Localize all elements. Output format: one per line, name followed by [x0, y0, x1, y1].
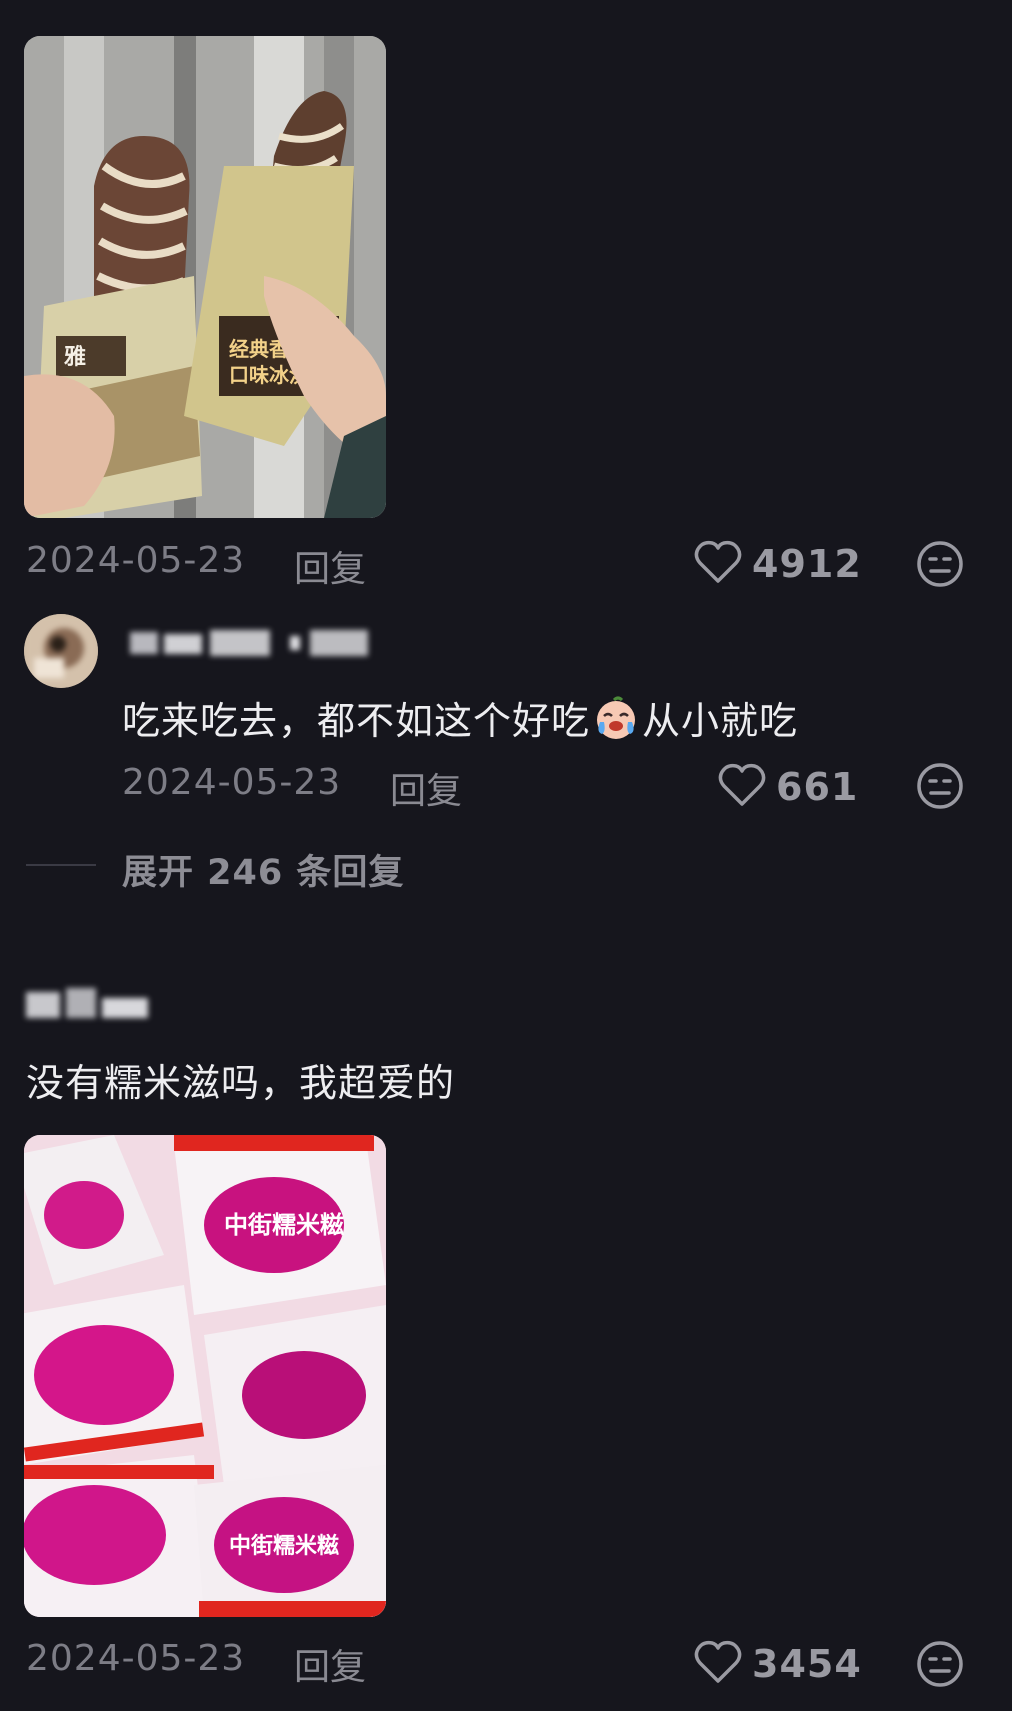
avatar[interactable] — [24, 614, 98, 688]
meh-face-icon[interactable] — [916, 540, 964, 588]
reply-button[interactable]: 回复 — [390, 762, 462, 814]
divider — [26, 864, 96, 866]
username-redacted[interactable] — [130, 628, 368, 658]
meh-face-icon[interactable] — [916, 1640, 964, 1688]
reply-comment: 吃来吃去，都不如这个好吃 从小就吃 — [122, 690, 798, 745]
username-redacted[interactable] — [26, 986, 148, 1020]
post-comment-text: 没有糯米滋吗，我超爱的 — [26, 1061, 456, 1105]
expand-replies-button[interactable]: 展开 246 条回复 — [122, 844, 404, 895]
post-date: 2024-05-23 — [26, 540, 246, 581]
reply-button[interactable]: 回复 — [294, 1638, 366, 1690]
post-image-rice-ice-cream[interactable]: 中街糯米糍 中街糯米糍 — [24, 1135, 386, 1617]
reply-comment-text: 吃来吃去，都不如这个好吃 — [122, 699, 591, 743]
reply-button[interactable]: 回复 — [294, 540, 366, 592]
svg-text:雅: 雅 — [64, 344, 86, 370]
reply-date: 2024-05-23 — [122, 762, 342, 803]
like-count: 4912 — [752, 542, 862, 586]
svg-text:中街糯米糍: 中街糯米糍 — [224, 1211, 344, 1239]
reply-comment-text-end: 从小就吃 — [642, 699, 799, 743]
post-date: 2024-05-23 — [26, 1638, 246, 1679]
post-image-icecream-bars[interactable]: 雅 经典香草 口味冰淇淋 — [24, 36, 386, 518]
rice-ice-cream-packs-illustration: 中街糯米糍 中街糯米糍 — [24, 1135, 386, 1617]
svg-text:中街糯米糍: 中街糯米糍 — [229, 1533, 339, 1559]
crying-face-emoji — [592, 694, 640, 742]
ice-cream-bars-illustration: 雅 经典香草 口味冰淇淋 — [24, 36, 386, 518]
like-count: 3454 — [752, 1642, 862, 1686]
heart-outline-icon[interactable] — [718, 763, 766, 807]
like-count: 661 — [776, 765, 859, 809]
heart-outline-icon[interactable] — [694, 1640, 742, 1684]
meh-face-icon[interactable] — [916, 762, 964, 810]
heart-outline-icon[interactable] — [694, 540, 742, 584]
